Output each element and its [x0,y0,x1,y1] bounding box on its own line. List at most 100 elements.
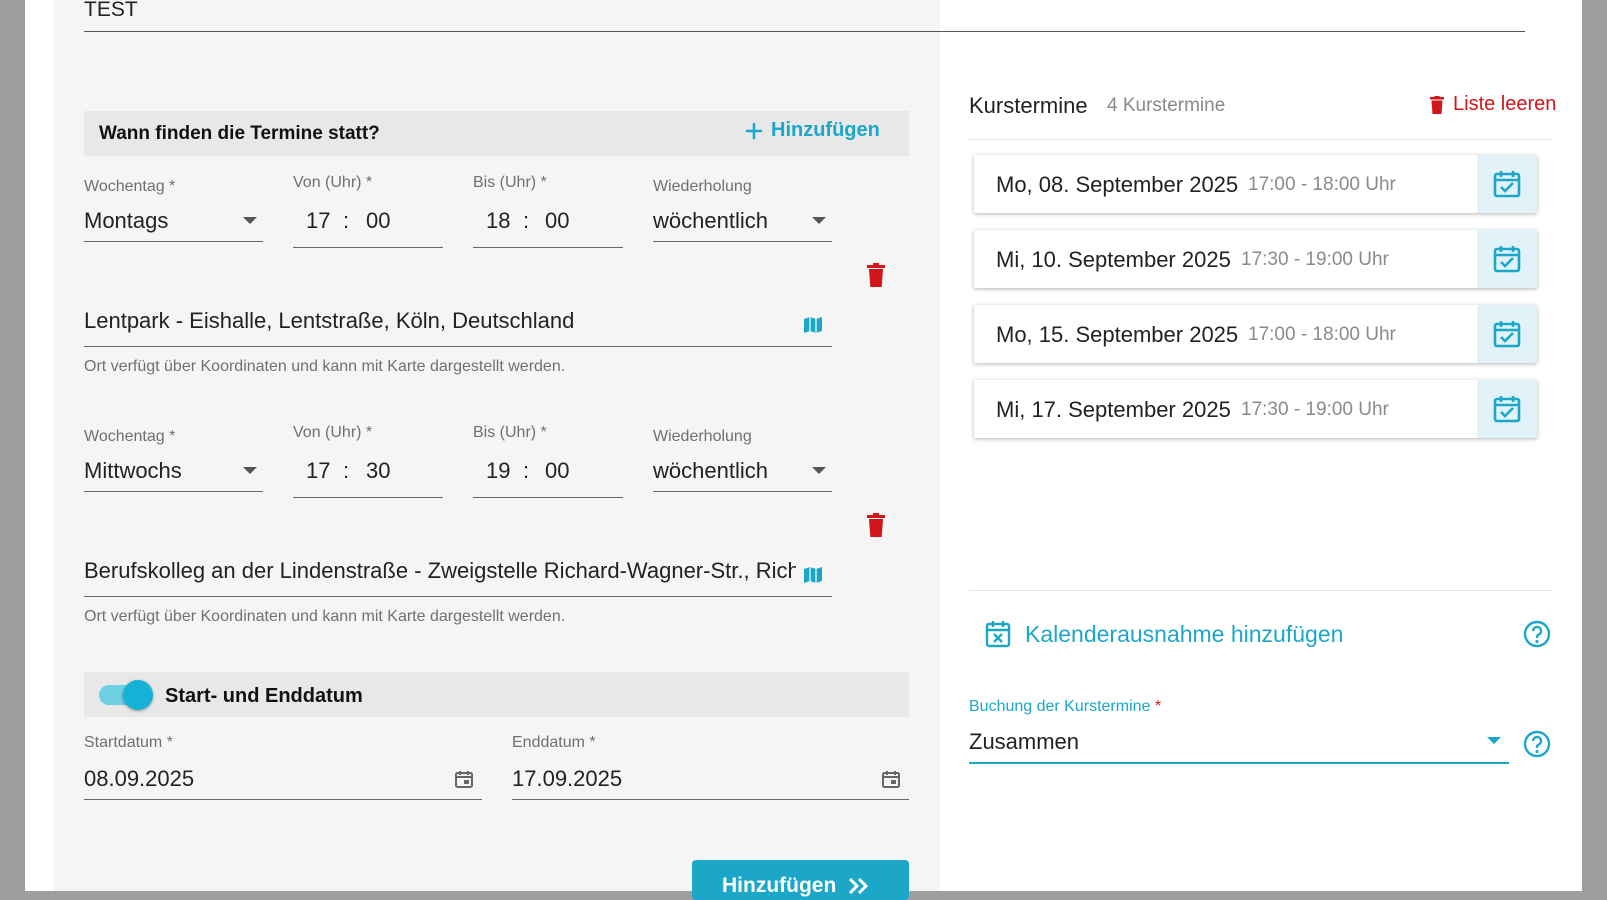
calendar-icon[interactable] [881,769,901,789]
time-separator: : [523,208,530,233]
course-date: Mi, 10. September 2025 [996,247,1231,272]
time-separator: : [343,458,350,483]
help-icon[interactable] [1523,620,1551,648]
chevron-down-icon[interactable] [1487,737,1501,744]
chevron-down-icon[interactable] [812,217,826,224]
double-chevron-right-icon [849,878,869,894]
booking-label: Buchung der Kurstermine * [969,698,1162,715]
add-slot-button[interactable]: Hinzufügen [745,119,880,142]
weekday-underline [84,241,263,242]
to-label: Bis (Uhr) * [473,174,547,191]
course-time: 17:30 - 19:00 Uhr [1241,249,1389,270]
to-minute[interactable]: 00 [545,208,569,234]
course-date-card[interactable]: Mo, 08. September 2025 17:00 - 18:00 Uhr [974,155,1537,213]
schedule-section-title: Wann finden die Termine statt? [99,123,380,144]
start-date-label: Startdatum * [84,734,173,751]
calendar-check-button[interactable] [1477,380,1537,438]
course-time: 17:00 - 18:00 Uhr [1248,324,1396,345]
time-separator: : [523,458,530,483]
calendar-check-icon [1493,396,1521,423]
calendar-check-button[interactable] [1477,305,1537,363]
repeat-label: Wiederholung [653,428,752,445]
add-slot-label: Hinzufügen [771,119,880,141]
calendar-check-icon [1493,171,1521,198]
course-date: Mi, 17. September 2025 [996,397,1231,422]
schedule-list-title: Kurstermine [969,93,1088,118]
to-underline [473,247,623,248]
date-toggle-knob[interactable] [123,680,153,710]
weekday-value[interactable]: Montags [84,208,168,234]
from-underline [293,247,443,248]
to-label: Bis (Uhr) * [473,424,547,441]
location-help: Ort verfügt über Koordinaten und kann mi… [84,608,566,625]
calendar-check-button[interactable] [1477,155,1537,213]
chevron-down-icon[interactable] [243,217,257,224]
location-help: Ort verfügt über Koordinaten und kann mi… [84,358,566,375]
repeat-underline [653,491,832,492]
from-hour[interactable]: 17 [306,208,330,234]
end-date-value[interactable]: 17.09.2025 [512,766,622,792]
weekday-label: Wochentag * [84,178,176,195]
location-underline [84,596,832,597]
booking-value[interactable]: Zusammen [969,729,1079,755]
course-title-value[interactable]: TEST [84,0,138,20]
repeat-value[interactable]: wöchentlich [653,458,768,484]
to-hour[interactable]: 19 [486,458,510,484]
end-date-label: Enddatum * [512,734,596,751]
clear-list-button[interactable]: Liste leeren [1430,93,1556,116]
course-date: Mo, 15. September 2025 [996,322,1239,347]
course-date-card[interactable]: Mi, 17. September 2025 17:30 - 19:00 Uhr [974,380,1537,438]
map-icon[interactable] [803,565,823,585]
add-calendar-exception-button[interactable]: Kalenderausnahme hinzufügen [985,620,1343,648]
calendar-check-button[interactable] [1477,230,1537,288]
to-hour[interactable]: 18 [486,208,510,234]
calendar-icon[interactable] [454,769,474,789]
location-value[interactable]: Lentpark - Eishalle, Lentstraße, Köln, D… [84,308,794,334]
to-minute[interactable]: 00 [545,458,569,484]
start-date-value[interactable]: 08.09.2025 [84,766,194,792]
calendar-remove-icon [985,621,1011,648]
header-divider [969,139,1553,140]
repeat-label: Wiederholung [653,178,752,195]
trash-icon[interactable] [867,513,885,537]
weekday-label: Wochentag * [84,428,176,445]
location-underline [84,346,832,347]
from-minute[interactable]: 00 [366,208,390,234]
title-field-underline [84,31,1525,32]
map-icon[interactable] [803,315,823,335]
from-label: Von (Uhr) * [293,424,373,441]
trash-icon[interactable] [867,263,885,287]
from-label: Von (Uhr) * [293,174,373,191]
help-icon[interactable] [1523,730,1551,758]
submit-button[interactable]: Hinzufügen [692,860,909,900]
repeat-value[interactable]: wöchentlich [653,208,768,234]
add-calendar-exception-label: Kalenderausnahme hinzufügen [1025,620,1344,647]
course-date-card[interactable]: Mi, 10. September 2025 17:30 - 19:00 Uhr [974,230,1537,288]
weekday-value[interactable]: Mittwochs [84,458,182,484]
repeat-underline [653,241,832,242]
from-hour[interactable]: 17 [306,458,330,484]
course-time: 17:00 - 18:00 Uhr [1248,174,1396,195]
list-bottom-divider [969,590,1553,591]
schedule-list-count: 4 Kurstermine [1107,95,1226,116]
course-date: Mo, 08. September 2025 [996,172,1239,197]
course-date-card[interactable]: Mo, 15. September 2025 17:00 - 18:00 Uhr [974,305,1537,363]
time-separator: : [343,208,350,233]
chevron-down-icon[interactable] [243,467,257,474]
chevron-down-icon[interactable] [812,467,826,474]
submit-label: Hinzufügen [722,874,837,897]
start-date-underline [84,799,482,800]
end-date-underline [512,799,909,800]
date-toggle-label: Start- und Enddatum [165,685,363,707]
trash-icon [1430,95,1444,114]
location-value[interactable]: Berufskolleg an der Lindenstraße - Zweig… [84,558,796,584]
from-minute[interactable]: 30 [366,458,390,484]
course-time: 17:30 - 19:00 Uhr [1241,399,1389,420]
to-underline [473,497,623,498]
clear-list-label: Liste leeren [1453,93,1557,115]
calendar-check-icon [1493,246,1521,273]
from-underline [293,497,443,498]
calendar-check-icon [1493,321,1521,348]
plus-icon [745,122,763,139]
weekday-underline [84,491,263,492]
